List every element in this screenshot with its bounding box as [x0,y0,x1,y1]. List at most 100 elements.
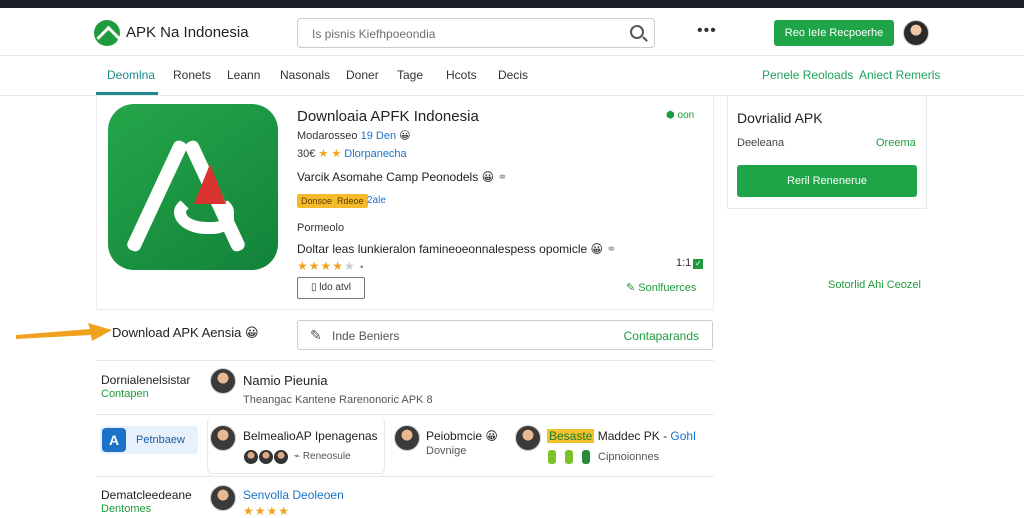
download-button[interactable]: Reril Renenerue [737,165,917,197]
shield-icon [548,450,556,464]
shield-icon [565,450,573,464]
verified-icon: ⬢ [666,110,675,121]
col3-name[interactable]: Besaste Maddec PK - Gohl [547,429,696,443]
nav-item-home[interactable]: Deomlna [107,68,155,82]
app-title: Downloaia APFK Indonesia [297,108,479,125]
rating-value: 30€ [297,148,316,160]
star-rating: ★★★★★ • [297,259,365,273]
col3-detail: Cipnoionnes [598,451,660,463]
section-label: Download APK Aensia 😀 [112,325,259,341]
emoji-icon: 😀 [481,170,495,184]
nav-link-releases[interactable]: Penele Reoloads [762,68,853,82]
nav-item[interactable]: Doner [346,68,379,82]
bookmark-icon: ▯ [311,282,317,293]
col3-name-highlight: Besaste [547,429,595,443]
app-size: 2ale [367,195,386,206]
star-rating: ★★★★ [243,504,291,518]
arrow-right-icon [16,323,112,341]
app-description: Doltar leas lunkieralon famineoeonnalesp… [297,242,616,256]
action-button-label: ldo atvl [319,282,351,293]
divider [96,360,714,361]
app-icon [108,104,278,270]
avatar-small [258,449,274,465]
col2-name[interactable]: Peiobmcie 😀 [426,429,498,443]
tag-icon: ⌁ [294,451,301,462]
tag-badge[interactable]: Rdeoe [333,194,368,208]
badge-text: oon [677,110,695,121]
version-text: 1:1 [676,257,692,269]
app-developer: Modarosseo 19 Den 😀 [297,129,411,142]
pencil-icon: ✎ [626,282,636,294]
nav-item[interactable]: Decis [498,68,528,82]
col2-name-text: Peiobmcie [426,429,483,443]
download-box-left-label: Deeleana [737,137,785,149]
nav-item[interactable]: Ronets [173,68,211,82]
rating-link[interactable]: Dlorpanecha [344,148,406,160]
avatar-small [243,449,259,465]
row-sub-link[interactable]: Dentomes [101,503,151,515]
main-nav: Deomlna Ronets Leann Nasonals Doner Tage… [0,56,1024,96]
edit-icon: ✎ [310,327,322,343]
avatar[interactable] [515,425,541,451]
search-icon[interactable] [630,25,644,39]
row-sub-link[interactable]: Contapen [101,388,149,400]
star-icon: ★ [331,148,342,160]
shield-icon [582,450,590,464]
nav-item[interactable]: Nasonals [280,68,330,82]
user-avatar[interactable] [903,20,929,46]
row-label: Dematcleedeane [101,488,192,502]
glasses-icon: ⚭ [606,242,617,256]
active-tab-indicator [96,92,158,95]
col3-name-suffix: Maddec PK - [597,429,668,443]
card-detail-text: Reneosule [302,451,351,462]
app-badge: ⬢ oon [666,110,694,121]
developer-name[interactable]: Modarosseo [297,130,358,142]
developer-rating: 19 Den [360,130,397,142]
header-cta-button[interactable]: Reo IeIe Recpoerhe [774,20,894,46]
more-horizontal-icon[interactable]: ••• [697,22,717,40]
app-logo-icon[interactable] [94,20,120,46]
app-rating: 30€ ★ ★ Dlorpanecha [297,147,407,160]
row-detail: Theangac Kantene Rarenonoric APK 8 [243,394,433,406]
description-text: Doltar leas lunkieralon famineoeonnalesp… [297,242,588,256]
download-box-link[interactable]: Sotorlid Ahi Ceozel [828,279,921,291]
row-name[interactable]: Senvolla Deoleoen [243,488,344,502]
avatar[interactable] [210,368,236,394]
top-header: APK Na Indonesia Is pisnis Kiefhpoeondia… [0,8,1024,56]
divider [96,414,714,415]
brand-title[interactable]: APK Na Indonesia [126,24,249,41]
check-icon: ✓ [693,259,704,269]
search-placeholder: Is pisnis Kiefhpoeondia [312,27,436,41]
app-tile-icon: A [102,428,126,452]
app-variant: Varcik Asomahe Camp Peonodels 😀 ⚭ [297,170,507,184]
side-link-label: Sonlfuerces [638,282,697,294]
nav-item[interactable]: Hcots [446,68,477,82]
download-box-right-label[interactable]: Oreema [876,137,916,149]
nav-link-remarks[interactable]: Aniect Remerls [859,68,940,82]
app-tile[interactable]: A Petnbaew [100,426,198,454]
avatar[interactable] [210,425,236,451]
glasses-icon: ⚭ [497,170,508,184]
nav-item[interactable]: Leann [227,68,260,82]
search-input[interactable]: Is pisnis Kiefhpoeondia [297,18,655,48]
section-input-action[interactable]: Contaparands [624,329,699,343]
col2-detail: Dovnige [426,445,467,457]
side-link[interactable]: ✎ Sonlfuerces [626,281,696,294]
section-input[interactable]: ✎ Inde Beniers Contaparands [297,320,713,350]
row-label: Dornialenelsistar [101,373,191,387]
card-name[interactable]: BelmealioAP Ipenagenas [243,429,378,443]
app-action-button[interactable]: ▯ ldo atvl [297,277,365,299]
description-label: Pormeolo [297,222,345,234]
row-name[interactable]: Namio Pieunia [243,373,328,388]
col3-link[interactable]: Gohl [670,429,695,443]
app-tile-label: Petnbaew [136,434,185,446]
window-titlebar [0,0,1024,8]
emoji-icon: 😀 [590,242,604,256]
tag-badge[interactable]: Donsoe [297,194,337,208]
nav-item[interactable]: Tage [397,68,423,82]
app-icon-flag [194,164,226,204]
avatar-small [273,449,289,465]
app-icon-stroke [125,138,189,254]
avatar[interactable] [210,485,236,511]
avatar[interactable] [394,425,420,451]
